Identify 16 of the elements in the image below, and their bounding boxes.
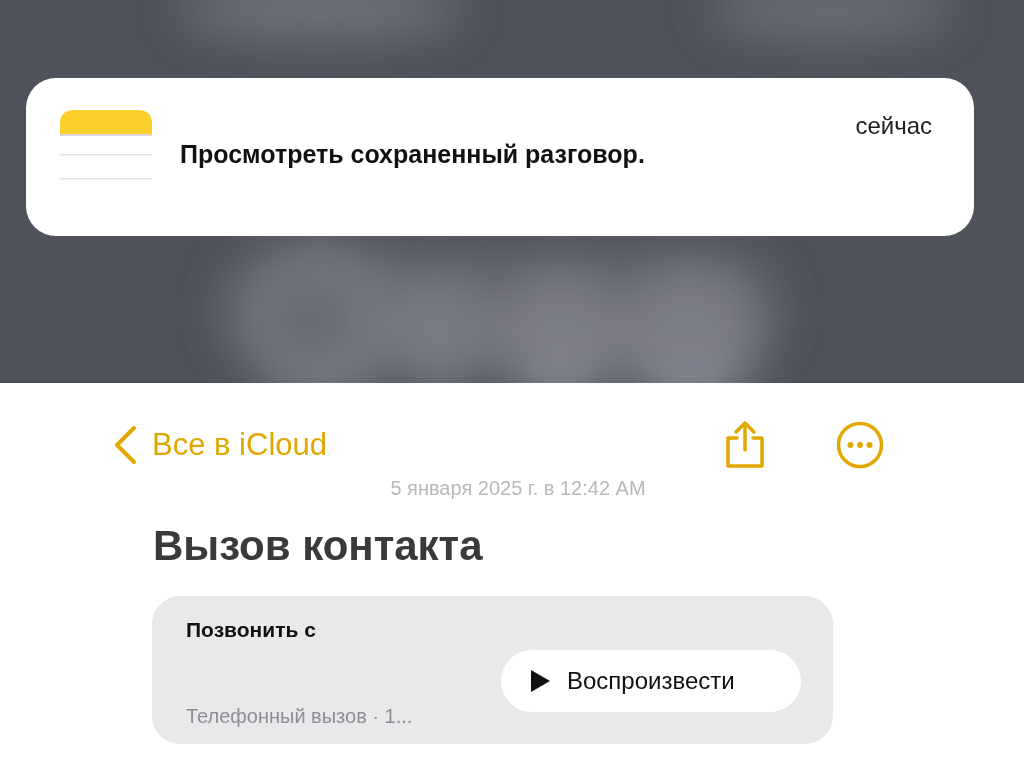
more-button[interactable] [836, 421, 884, 469]
share-button[interactable] [724, 420, 766, 470]
play-icon [529, 669, 551, 693]
recording-title: Позвонить с [186, 618, 317, 642]
chevron-left-icon [112, 425, 138, 465]
notification-message: Просмотреть сохраненный разговор. [180, 140, 646, 169]
share-icon [724, 420, 766, 470]
note-title: Вызов контакта [153, 521, 484, 571]
note-date: 5 января 2025 г. в 12:42 AM [389, 477, 647, 500]
play-button[interactable]: Воспроизвести [501, 650, 801, 712]
recording-subtitle: Телефонный вызов · 1... [186, 705, 413, 728]
notes-app-icon [60, 110, 152, 182]
recording-card[interactable]: Позвонить с Телефонный вызов · 1... Воспроизвести [152, 596, 833, 744]
notification-banner[interactable]: Просмотреть сохраненный разговор. сейчас [26, 78, 974, 236]
notification-time: сейчас [855, 112, 932, 140]
more-icon [836, 421, 884, 469]
